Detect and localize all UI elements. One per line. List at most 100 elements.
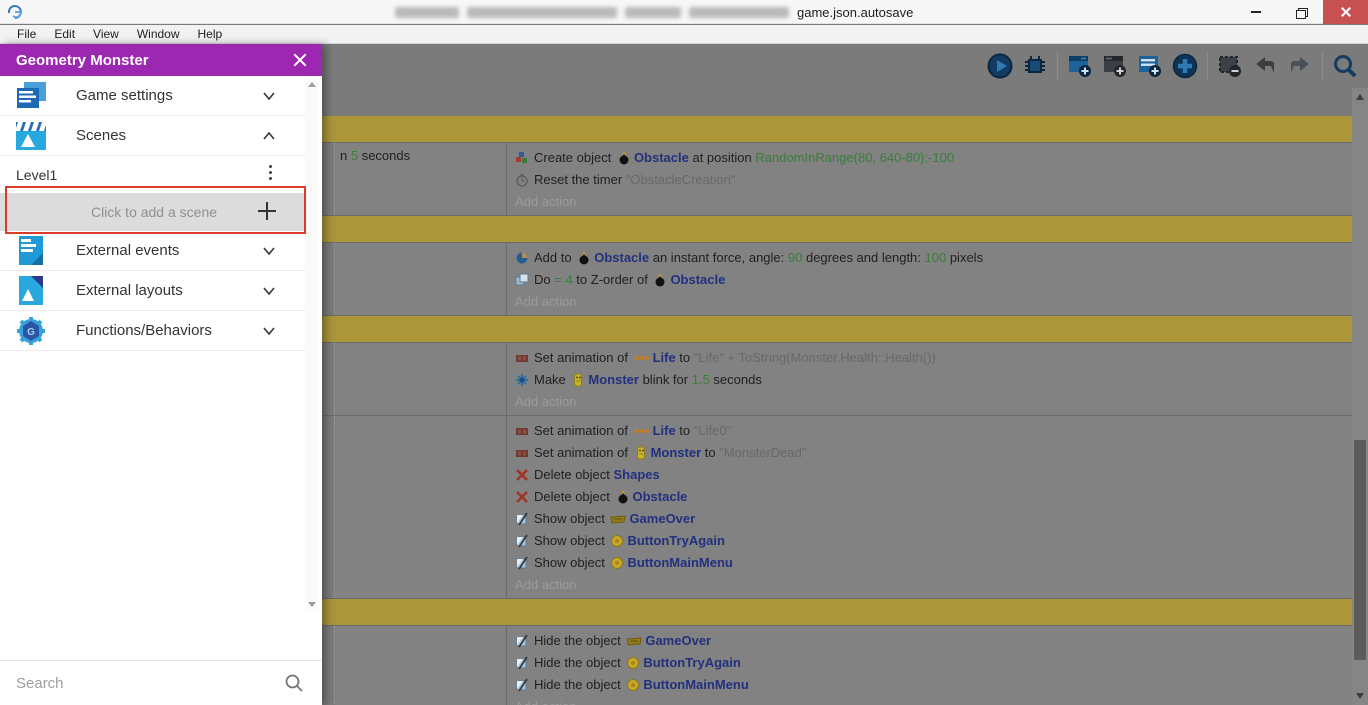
- actions-cell[interactable]: Create object Obstacle at position Rando…: [507, 143, 1352, 215]
- comment-block[interactable]: [322, 116, 1352, 142]
- action-line[interactable]: Hide the object ButtonMainMenu: [515, 674, 1346, 696]
- event-row[interactable]: n 5 seconds Create object Obstacle at pos…: [322, 142, 1352, 216]
- event-drag-handle[interactable]: [322, 416, 335, 598]
- action-text: to: [675, 423, 694, 438]
- menu-help[interactable]: Help: [189, 25, 232, 44]
- project-title: Geometry Monster: [16, 51, 149, 69]
- scroll-down-icon[interactable]: [1356, 693, 1364, 699]
- add-scene-label: Click to add a scene: [90, 204, 218, 220]
- add-event-icon[interactable]: [1067, 53, 1093, 79]
- action-line[interactable]: Hide the object ButtonTryAgain: [515, 652, 1346, 674]
- drawer-scrollbar[interactable]: [305, 78, 318, 611]
- debug-icon[interactable]: [1022, 53, 1048, 79]
- events-scrollbar[interactable]: [1352, 88, 1368, 705]
- menu-bar: File Edit View Window Help: [0, 25, 1368, 44]
- action-line[interactable]: Set animation of Life to "Life0": [515, 420, 1346, 442]
- action-text: =: [554, 272, 566, 287]
- action-line[interactable]: Set animation of Life to "Life" + ToStri…: [515, 347, 1346, 369]
- chevron-down-icon: [263, 286, 275, 295]
- obstacle-icon: [653, 273, 667, 287]
- obstacle-icon: [617, 151, 631, 165]
- conditions-cell[interactable]: [335, 243, 507, 315]
- action-line[interactable]: Add to Obstacle an instant force, angle:…: [515, 247, 1346, 269]
- action-line[interactable]: Make Monster blink for 1.5 seconds: [515, 369, 1346, 391]
- action-line[interactable]: Delete object Shapes: [515, 464, 1346, 486]
- add-action-button[interactable]: Add action: [515, 391, 1346, 413]
- scene-options-icon[interactable]: [269, 165, 272, 180]
- actions-cell[interactable]: Set animation of Life to "Life" + ToStri…: [507, 343, 1352, 415]
- visibility-icon: [515, 634, 529, 648]
- menu-view[interactable]: View: [84, 25, 128, 44]
- search-bar[interactable]: Search: [0, 660, 322, 705]
- toolbar-separator: [1057, 51, 1058, 81]
- menu-edit[interactable]: Edit: [45, 25, 84, 44]
- conditions-cell[interactable]: [335, 626, 507, 705]
- scroll-down-icon[interactable]: [308, 602, 316, 607]
- event-row[interactable]: Add to Obstacle an instant force, angle:…: [322, 242, 1352, 316]
- restore-icon: [1295, 7, 1308, 19]
- obstacle-icon: [577, 251, 591, 265]
- remove-event-icon[interactable]: [1217, 53, 1243, 79]
- comment-block[interactable]: [322, 599, 1352, 625]
- add-action-button[interactable]: Add action: [515, 291, 1346, 313]
- action-line[interactable]: Do = 4 to Z-order of Obstacle: [515, 269, 1346, 291]
- close-drawer-icon[interactable]: [292, 52, 308, 68]
- scroll-up-icon[interactable]: [1356, 94, 1364, 100]
- object-name: ButtonMainMenu: [643, 677, 749, 692]
- action-line[interactable]: Show object GameOver: [515, 508, 1346, 530]
- add-scene-button[interactable]: Click to add a scene: [0, 193, 308, 231]
- events-toolbar: [322, 44, 1368, 88]
- event-drag-handle[interactable]: [322, 343, 335, 415]
- redacted-path-block: [467, 6, 617, 18]
- event-drag-handle[interactable]: [322, 143, 335, 215]
- event-row[interactable]: Set animation of Life to "Life0" Set anim…: [322, 416, 1352, 599]
- conditions-cell[interactable]: [335, 343, 507, 415]
- undo-icon[interactable]: [1252, 53, 1278, 79]
- conditions-cell[interactable]: [335, 416, 507, 598]
- event-drag-handle[interactable]: [322, 243, 335, 315]
- event-row[interactable]: Hide the object GameOver Hide the object …: [322, 625, 1352, 705]
- add-action-button[interactable]: Add action: [515, 191, 1346, 213]
- minimize-button[interactable]: [1233, 0, 1278, 24]
- restore-button[interactable]: [1278, 0, 1323, 24]
- action-line[interactable]: Reset the timer "ObstacleCreation": [515, 169, 1346, 191]
- search-input[interactable]: Search: [16, 675, 64, 692]
- actions-cell[interactable]: Add to Obstacle an instant force, angle:…: [507, 243, 1352, 315]
- redo-icon[interactable]: [1287, 53, 1313, 79]
- actions-cell[interactable]: Hide the object GameOver Hide the object …: [507, 626, 1352, 705]
- add-subevent-icon[interactable]: [1102, 53, 1128, 79]
- add-comment-icon[interactable]: [1137, 53, 1163, 79]
- sidebar-item-game-settings[interactable]: Game settings: [0, 76, 308, 116]
- animation-icon: [515, 446, 529, 460]
- menu-window[interactable]: Window: [128, 25, 189, 44]
- sidebar-item-functions-behaviors[interactable]: G Functions/Behaviors: [0, 311, 308, 351]
- actions-cell[interactable]: Set animation of Life to "Life0" Set anim…: [507, 416, 1352, 598]
- conditions-cell[interactable]: n 5 seconds: [335, 143, 507, 215]
- close-window-button[interactable]: [1323, 0, 1368, 24]
- events-list: n 5 seconds Create object Obstacle at pos…: [322, 88, 1352, 705]
- action-line[interactable]: Set animation of Monster to "MonsterDead…: [515, 442, 1346, 464]
- action-line[interactable]: Delete object Obstacle: [515, 486, 1346, 508]
- action-line[interactable]: Show object ButtonTryAgain: [515, 530, 1346, 552]
- event-row[interactable]: Set animation of Life to "Life" + ToStri…: [322, 342, 1352, 416]
- scroll-up-icon[interactable]: [308, 82, 316, 87]
- sidebar-item-external-layouts[interactable]: External layouts: [0, 271, 308, 311]
- add-action-button[interactable]: Add action: [515, 696, 1346, 705]
- search-toolbar-icon[interactable]: [1332, 53, 1358, 79]
- action-line[interactable]: Show object ButtonMainMenu: [515, 552, 1346, 574]
- scene-name: Level1: [16, 166, 58, 183]
- play-icon[interactable]: [987, 53, 1013, 79]
- event-drag-handle[interactable]: [322, 626, 335, 705]
- menu-file[interactable]: File: [8, 25, 45, 44]
- sidebar-item-external-events[interactable]: External events: [0, 231, 308, 271]
- action-line[interactable]: Hide the object GameOver: [515, 630, 1346, 652]
- sidebar-item-scenes[interactable]: Scenes: [0, 116, 308, 156]
- scrollbar-thumb[interactable]: [1354, 440, 1366, 660]
- scene-item-level1[interactable]: Level1: [0, 156, 308, 193]
- add-plus-icon[interactable]: [1172, 53, 1198, 79]
- action-line[interactable]: Create object Obstacle at position Rando…: [515, 147, 1346, 169]
- add-action-button[interactable]: Add action: [515, 574, 1346, 596]
- action-text: pixels: [946, 250, 984, 265]
- comment-block[interactable]: [322, 316, 1352, 342]
- comment-block[interactable]: [322, 216, 1352, 242]
